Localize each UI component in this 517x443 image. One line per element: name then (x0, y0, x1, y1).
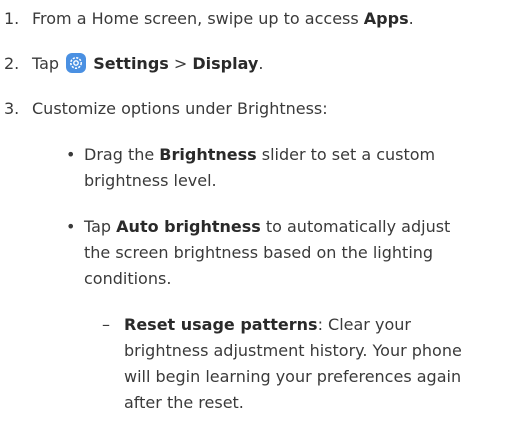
settings-label: Settings (93, 54, 169, 73)
bullet-glyph: • (66, 217, 76, 236)
step-number: 3. (4, 99, 20, 118)
step-number: 2. (4, 54, 20, 73)
auto-brightness-label: Auto brightness (116, 217, 261, 236)
bullet-glyph: • (66, 145, 76, 164)
apps-label: Apps (363, 9, 409, 28)
dash-glyph: – (102, 315, 110, 334)
step-text: From a Home screen, swipe up to access (32, 9, 364, 28)
step-text: Customize options under Brightness: (32, 99, 328, 118)
step-number: 1. (4, 9, 20, 28)
step-text: Tap (32, 54, 65, 73)
instructions-document: 1. From a Home screen, swipe up to acces… (0, 0, 517, 443)
settings-icon (66, 53, 87, 73)
reset-usage-patterns-label: Reset usage patterns (124, 315, 318, 334)
brightness-label: Brightness (159, 145, 257, 164)
display-label: Display (192, 54, 259, 73)
